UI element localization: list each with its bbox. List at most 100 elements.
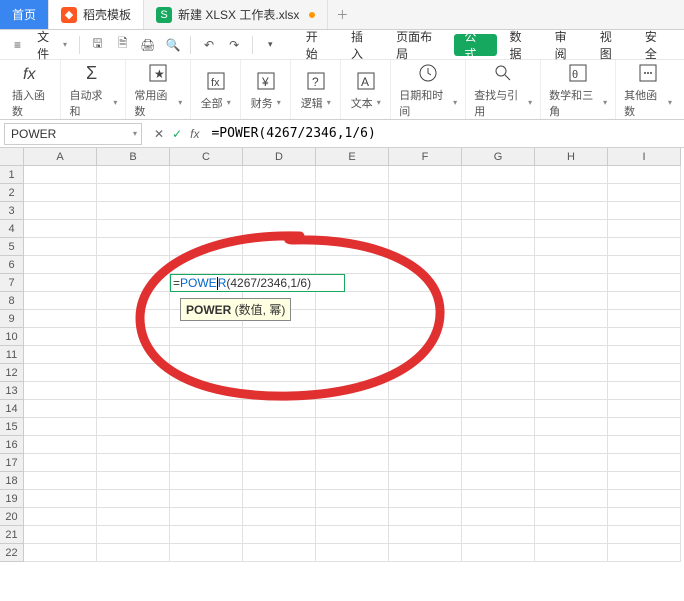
row-header-8[interactable]: 8: [0, 292, 24, 310]
tab-home[interactable]: 首页: [0, 0, 49, 29]
cell[interactable]: [608, 310, 681, 328]
row-header-3[interactable]: 3: [0, 202, 24, 220]
col-header-B[interactable]: B: [97, 148, 170, 166]
col-header-H[interactable]: H: [535, 148, 608, 166]
cell[interactable]: [170, 472, 243, 490]
cell[interactable]: [243, 526, 316, 544]
cell[interactable]: [608, 364, 681, 382]
cell[interactable]: [170, 436, 243, 454]
cell[interactable]: [389, 346, 462, 364]
finance-button[interactable]: ¥ 财务: [240, 60, 290, 119]
cell[interactable]: [608, 436, 681, 454]
formula-input[interactable]: [207, 123, 684, 145]
cell[interactable]: [316, 526, 389, 544]
cell[interactable]: [170, 454, 243, 472]
cell[interactable]: [24, 382, 97, 400]
cell[interactable]: [24, 400, 97, 418]
cell[interactable]: [170, 544, 243, 562]
cell[interactable]: [608, 490, 681, 508]
lookup-button[interactable]: 查找与引用: [465, 60, 540, 119]
cell[interactable]: [24, 364, 97, 382]
row-header-19[interactable]: 19: [0, 490, 24, 508]
cell[interactable]: [462, 436, 535, 454]
row-header-15[interactable]: 15: [0, 418, 24, 436]
cell[interactable]: [24, 184, 97, 202]
cell[interactable]: [389, 238, 462, 256]
cell[interactable]: [608, 400, 681, 418]
cell[interactable]: [462, 544, 535, 562]
cell[interactable]: [535, 256, 608, 274]
cell[interactable]: [316, 220, 389, 238]
row-header-18[interactable]: 18: [0, 472, 24, 490]
row-header-1[interactable]: 1: [0, 166, 24, 184]
autosum-button[interactable]: Σ 自动求和: [60, 60, 125, 119]
cell[interactable]: [389, 256, 462, 274]
cell[interactable]: [97, 328, 170, 346]
text-button[interactable]: A 文本: [340, 60, 390, 119]
cell[interactable]: [389, 310, 462, 328]
cell[interactable]: [462, 274, 535, 292]
math-button[interactable]: θ 数学和三角: [540, 60, 615, 119]
cell[interactable]: [243, 238, 316, 256]
col-header-A[interactable]: A: [24, 148, 97, 166]
undo-button[interactable]: ↶: [197, 33, 220, 57]
cell[interactable]: [389, 400, 462, 418]
cell[interactable]: [608, 382, 681, 400]
cell[interactable]: [316, 400, 389, 418]
col-header-F[interactable]: F: [389, 148, 462, 166]
row-header-11[interactable]: 11: [0, 346, 24, 364]
logic-button[interactable]: ? 逻辑: [290, 60, 340, 119]
cell[interactable]: [97, 238, 170, 256]
cell[interactable]: [389, 544, 462, 562]
cell[interactable]: [608, 544, 681, 562]
cell[interactable]: [389, 292, 462, 310]
cell[interactable]: [535, 436, 608, 454]
cell[interactable]: [243, 220, 316, 238]
cell[interactable]: [97, 544, 170, 562]
cell[interactable]: [462, 346, 535, 364]
cell[interactable]: [97, 256, 170, 274]
cell[interactable]: [316, 436, 389, 454]
row-header-5[interactable]: 5: [0, 238, 24, 256]
cell[interactable]: [608, 166, 681, 184]
cell[interactable]: [97, 184, 170, 202]
col-header-C[interactable]: C: [170, 148, 243, 166]
cell[interactable]: [389, 418, 462, 436]
cell[interactable]: [389, 454, 462, 472]
cell[interactable]: [535, 400, 608, 418]
cell[interactable]: [608, 508, 681, 526]
cell[interactable]: [243, 166, 316, 184]
cell[interactable]: [535, 202, 608, 220]
cell[interactable]: [170, 328, 243, 346]
cell[interactable]: [389, 202, 462, 220]
cell[interactable]: [24, 346, 97, 364]
cell[interactable]: [535, 166, 608, 184]
redo-button[interactable]: ↷: [223, 33, 246, 57]
cell-grid[interactable]: [24, 166, 684, 601]
accept-formula-button[interactable]: ✓: [172, 127, 182, 141]
cell[interactable]: [608, 526, 681, 544]
cell[interactable]: [24, 274, 97, 292]
cell[interactable]: [24, 328, 97, 346]
print-preview-button[interactable]: 🔍: [161, 33, 184, 57]
cell[interactable]: [243, 202, 316, 220]
cell[interactable]: [316, 256, 389, 274]
cell[interactable]: [316, 382, 389, 400]
cell[interactable]: [170, 346, 243, 364]
col-header-E[interactable]: E: [316, 148, 389, 166]
cell[interactable]: [243, 508, 316, 526]
cell[interactable]: [608, 292, 681, 310]
ribbon-tab-formula[interactable]: 公式: [454, 34, 497, 56]
cell[interactable]: [462, 220, 535, 238]
cell[interactable]: [24, 238, 97, 256]
print-button[interactable]: 🖨: [136, 33, 159, 57]
cell[interactable]: [389, 508, 462, 526]
cell[interactable]: [243, 454, 316, 472]
cell[interactable]: [535, 184, 608, 202]
cell[interactable]: [316, 328, 389, 346]
cell[interactable]: [535, 382, 608, 400]
col-header-I[interactable]: I: [608, 148, 681, 166]
cell[interactable]: [24, 166, 97, 184]
cell[interactable]: [170, 382, 243, 400]
cell[interactable]: [170, 418, 243, 436]
